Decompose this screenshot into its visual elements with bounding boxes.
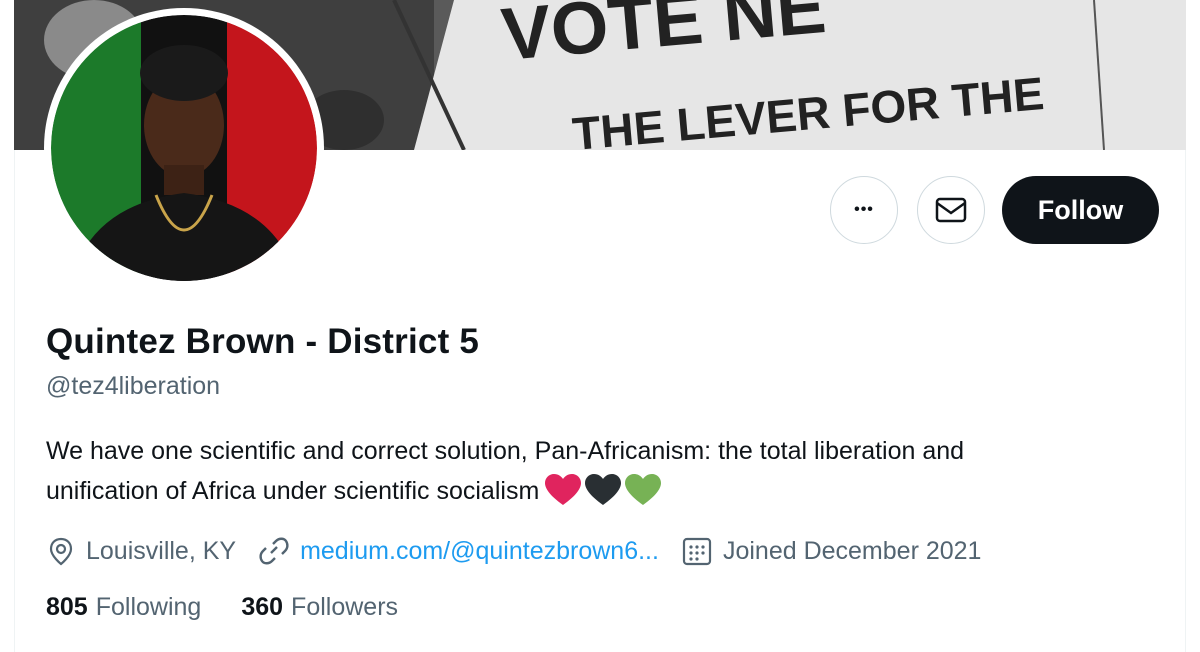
profile-handle: @tez4liberation bbox=[46, 372, 221, 400]
mail-icon bbox=[935, 197, 967, 223]
more-options-button[interactable]: ••• bbox=[830, 176, 898, 244]
location-pin-icon bbox=[49, 537, 73, 566]
more-icon: ••• bbox=[854, 201, 874, 218]
message-button[interactable] bbox=[917, 176, 985, 244]
card-border-right bbox=[1185, 150, 1186, 652]
followers-link[interactable]: 360 Followers bbox=[241, 593, 398, 622]
followers-label: Followers bbox=[291, 593, 399, 621]
green-heart-icon bbox=[625, 474, 662, 506]
website-item[interactable]: medium.com/@quintezbrown6... bbox=[258, 536, 659, 566]
profile-name: Quintez Brown - District 5 bbox=[46, 322, 480, 361]
location-item: Louisville, KY bbox=[46, 536, 236, 566]
bio-hearts bbox=[545, 474, 662, 506]
follow-button[interactable]: Follow bbox=[1002, 176, 1159, 244]
bio-line-2: unification of Africa under scientific s… bbox=[46, 471, 1166, 511]
avatar-photo bbox=[51, 15, 317, 281]
joined-text: Joined December 2021 bbox=[722, 536, 982, 565]
followers-count: 360 bbox=[241, 593, 284, 621]
location-text: Louisville, KY bbox=[86, 536, 237, 565]
link-icon bbox=[259, 537, 289, 565]
following-label: Following bbox=[95, 593, 202, 621]
profile-stats: 805 Following 360 Followers bbox=[46, 593, 438, 622]
bio-line-2-text: unification of Africa under scientific s… bbox=[46, 477, 540, 505]
black-heart-icon bbox=[585, 474, 622, 506]
joined-item: Joined December 2021 bbox=[681, 536, 982, 566]
card-border-left bbox=[14, 150, 15, 652]
following-link[interactable]: 805 Following bbox=[46, 593, 201, 622]
profile-bio: We have one scientific and correct solut… bbox=[46, 431, 1166, 511]
profile-avatar[interactable] bbox=[44, 8, 324, 288]
website-link[interactable]: medium.com/@quintezbrown6... bbox=[300, 537, 659, 566]
bio-line-1: We have one scientific and correct solut… bbox=[46, 437, 965, 465]
calendar-icon bbox=[682, 537, 712, 566]
following-count: 805 bbox=[46, 593, 88, 621]
profile-meta: Louisville, KY medium.com/@quintezbrown6… bbox=[46, 531, 1003, 571]
red-heart-icon bbox=[545, 474, 582, 506]
